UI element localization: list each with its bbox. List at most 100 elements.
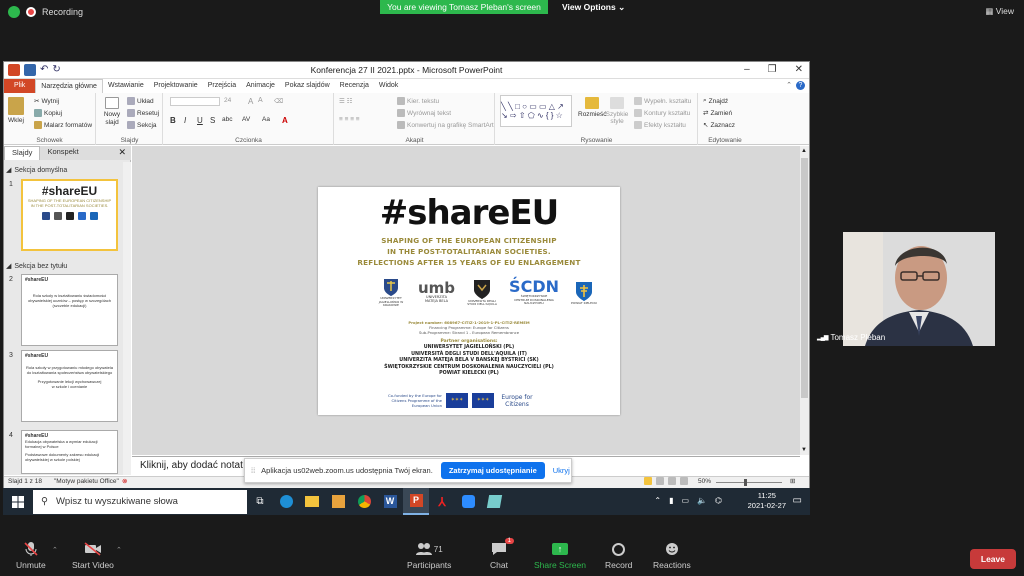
file-explorer-icon[interactable] — [299, 488, 325, 515]
slide-thumbnail[interactable]: #shareEU Rola szkoły w kształtowaniu świ… — [21, 274, 118, 346]
slide-thumbnail[interactable]: #shareEU Edukacja obywatelska a wymiar e… — [21, 430, 118, 474]
strikethrough-button[interactable]: S — [210, 116, 215, 125]
stop-sharing-button[interactable]: Zatrzymaj udostępnianie — [440, 462, 545, 479]
select-button[interactable]: ↖ Zaznacz — [703, 121, 735, 130]
chevron-up-icon[interactable]: ⌃ — [654, 496, 661, 505]
start-button[interactable] — [3, 488, 33, 515]
char-spacing-button[interactable]: AV — [242, 116, 250, 123]
participants-button[interactable]: 71 Participants — [407, 542, 451, 570]
font-name-dropdown[interactable] — [170, 97, 220, 106]
unmute-button[interactable]: Unmute — [16, 542, 46, 570]
tab-home[interactable]: Narzędzia główne — [35, 78, 103, 94]
reading-view-icon[interactable] — [668, 477, 676, 485]
layout-button[interactable]: Układ — [127, 97, 154, 105]
notification-icon[interactable]: ▭ — [793, 495, 802, 506]
shadow-button[interactable]: abc — [222, 116, 232, 123]
replace-button[interactable]: ⇄ Zamień — [703, 109, 732, 118]
section-header[interactable]: ◢ Sekcja bez tytułu — [6, 260, 119, 272]
scroll-down-icon[interactable]: ▼ — [801, 447, 807, 453]
task-view-icon[interactable]: ⧉ — [247, 488, 273, 515]
record-button[interactable]: Record — [605, 542, 632, 570]
reset-button[interactable]: Resetuj — [127, 109, 159, 117]
view-button[interactable]: ▦ View — [985, 6, 1014, 17]
slideshow-view-icon[interactable] — [680, 477, 688, 485]
app-icon[interactable] — [481, 488, 507, 515]
format-painter-button[interactable]: Malarz formatów — [34, 121, 92, 129]
section-header[interactable]: ◢ Sekcja domyślna — [6, 164, 119, 176]
collapse-ribbon-icon[interactable]: ⌃ — [786, 81, 792, 90]
smartart-button[interactable]: Konwertuj na grafikę SmartArt — [397, 121, 494, 129]
shape-outline-button[interactable]: Kontury kształtu — [634, 109, 690, 117]
scroll-up-icon[interactable]: ▲ — [801, 148, 807, 154]
usb-icon[interactable]: ▮ — [669, 496, 673, 505]
close-panel-icon[interactable]: ✕ — [118, 147, 126, 158]
hide-banner-button[interactable]: Ukryj — [553, 466, 570, 475]
arrange-button[interactable]: Rozmieść — [578, 97, 607, 118]
current-slide[interactable]: #shareEU SHAPING OF THE EUROPEAN CITIZEN… — [318, 187, 620, 415]
word-icon[interactable]: W — [377, 488, 403, 515]
new-slide-button[interactable]: Nowy slajd — [101, 97, 123, 127]
panel-scrollbar[interactable] — [123, 162, 131, 475]
bullets-icon[interactable]: ☰ ☷ — [339, 97, 352, 105]
normal-view-icon[interactable] — [644, 477, 652, 485]
network-icon[interactable]: ⌬ — [715, 496, 722, 505]
clear-format-icon[interactable]: ⌫ — [274, 97, 283, 105]
minimize-icon[interactable]: – — [744, 64, 750, 75]
start-video-button[interactable]: Start Video — [72, 542, 114, 570]
scroll-thumb[interactable] — [801, 158, 808, 398]
shapes-gallery[interactable]: ╲ ╲ □ ○ ▭ ▭ △ ↗ ↘ ⇨ ⇧ ⬠ ∿ { } ☆ — [500, 95, 572, 127]
zoom-slider-thumb[interactable] — [744, 479, 747, 486]
tab-transitions[interactable]: Przejścia — [203, 79, 241, 93]
shape-fill-button[interactable]: Wypełn. kształtu — [634, 97, 691, 105]
copy-button[interactable]: Kopiuj — [34, 109, 62, 117]
tab-file[interactable]: Plik — [4, 79, 36, 93]
shrink-font-icon[interactable]: A — [258, 97, 263, 104]
view-options-button[interactable]: View Options ⌄ — [562, 0, 625, 14]
slide-thumbnail[interactable]: #shareEU SHAPING OF THE EUROPEAN CITIZEN… — [21, 179, 118, 251]
share-screen-button[interactable]: ↑ Share Screen — [534, 542, 586, 570]
quick-styles-button[interactable]: Szybkie style — [606, 97, 628, 125]
cut-button[interactable]: ✂ Wytnij — [34, 97, 59, 106]
sorter-view-icon[interactable] — [656, 477, 664, 485]
zoom-slider[interactable] — [716, 482, 782, 483]
participant-video[interactable] — [843, 232, 995, 346]
taskbar-clock[interactable]: 11:25 2021-02-27 — [748, 491, 786, 511]
acrobat-icon[interactable]: ⅄ — [429, 488, 455, 515]
underline-button[interactable]: U — [197, 116, 203, 125]
tab-insert[interactable]: Wstawianie — [103, 79, 149, 93]
align-icons[interactable]: ≡ ≡ ≡ ≡ — [339, 116, 360, 123]
tab-outline[interactable]: Konspekt — [40, 146, 85, 160]
font-color-button[interactable]: A — [282, 116, 288, 125]
chat-button[interactable]: 1 Chat — [490, 538, 514, 570]
editor-scrollbar[interactable]: ▲ ▼ — [800, 146, 809, 455]
tab-slideshow[interactable]: Pokaz slajdów — [280, 79, 335, 93]
edge-icon[interactable] — [273, 488, 299, 515]
change-case-button[interactable]: Aa — [262, 116, 270, 123]
tab-view[interactable]: Widok — [374, 79, 403, 93]
find-button[interactable]: ⌕ Znajdź — [703, 97, 728, 105]
maximize-icon[interactable]: ❐ — [768, 64, 777, 75]
font-size-dropdown[interactable]: 24 — [224, 97, 231, 104]
camera-icon[interactable]: ▭ — [681, 496, 689, 505]
audio-options-icon[interactable]: ⌃ — [52, 546, 58, 554]
leave-button[interactable]: Leave — [969, 549, 1016, 569]
bold-button[interactable]: B — [170, 116, 176, 125]
outlook-icon[interactable] — [325, 488, 351, 515]
align-text-button[interactable]: Wyrównaj tekst — [397, 109, 451, 117]
shape-effects-button[interactable]: Efekty kształtu — [634, 121, 686, 129]
grow-font-icon[interactable]: A — [248, 97, 253, 106]
section-button[interactable]: Sekcja — [127, 121, 157, 129]
paste-button[interactable]: Wklej — [8, 97, 24, 124]
tab-slides[interactable]: Slajdy — [4, 146, 41, 160]
slide-thumbnail[interactable]: #shareEU Rola szkoły w przygotowaniu mło… — [21, 350, 118, 422]
taskbar-search[interactable]: ⚲ Wpisz tu wyszukiwane słowa — [33, 489, 247, 514]
tab-review[interactable]: Recenzja — [335, 79, 374, 93]
help-icon[interactable]: ? — [796, 81, 805, 90]
drag-handle-icon[interactable]: ⁞⁞ — [251, 466, 255, 475]
tab-design[interactable]: Projektowanie — [149, 79, 203, 93]
tab-animations[interactable]: Animacje — [241, 79, 280, 93]
spellcheck-icon[interactable]: ⊗ — [122, 477, 127, 485]
powerpoint-taskbar-icon[interactable]: P — [403, 488, 429, 515]
video-options-icon[interactable]: ⌃ — [116, 546, 122, 554]
close-icon[interactable]: ✕ — [795, 64, 803, 75]
